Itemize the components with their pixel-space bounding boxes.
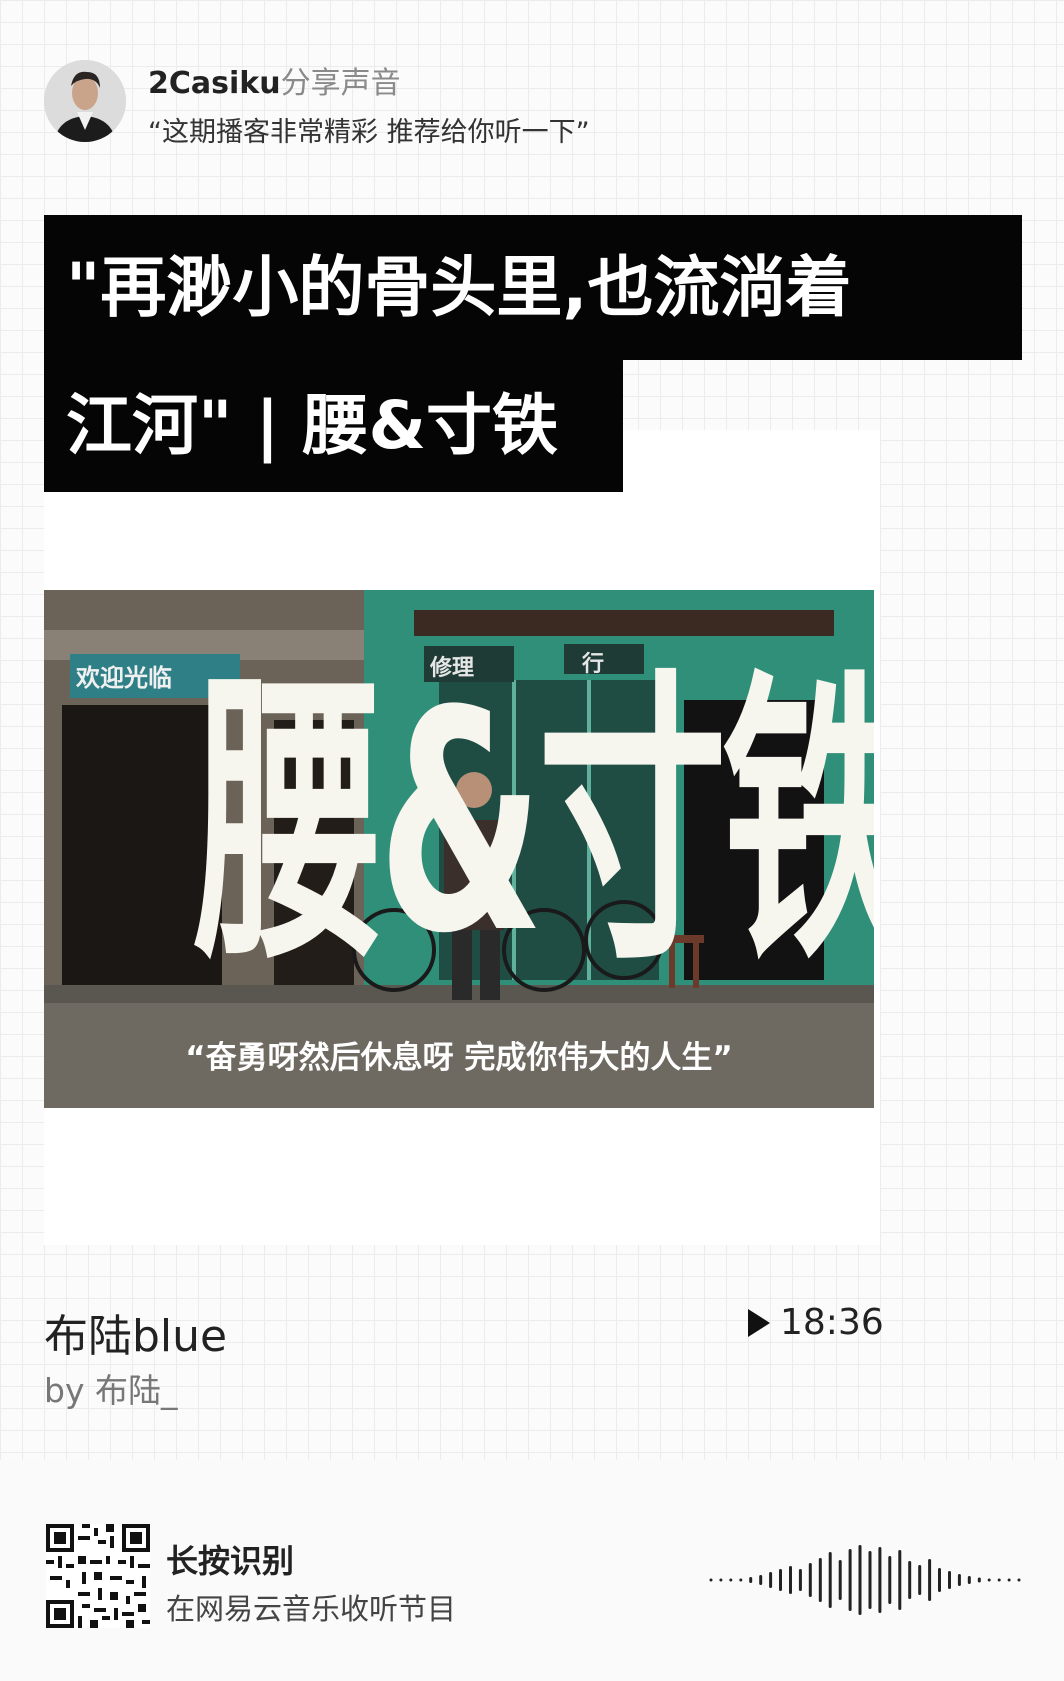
cover-caption: “奋勇呀然后休息呀 完成你伟大的人生” — [185, 1040, 733, 1076]
avatar[interactable] — [44, 60, 126, 142]
scan-subtitle: 在网易云音乐收听节目 — [166, 1592, 457, 1626]
share-quote: “这期播客非常精彩 推荐给你听一下” — [148, 117, 590, 148]
episode-title-line-1: "再渺小的骨头里,也流淌着 — [44, 215, 1022, 360]
play-button[interactable]: 18:36 — [748, 1302, 884, 1343]
avatar-portrait-icon — [44, 60, 126, 142]
qr-code[interactable] — [46, 1524, 150, 1628]
username[interactable]: 2Casiku — [148, 66, 281, 101]
cover-headline: 腰&寸铁 — [194, 646, 874, 1000]
share-label: 分享声音 — [280, 66, 401, 101]
cover-sign-welcome: 欢迎光临 — [76, 664, 172, 692]
episode-title-text-2: 江河" | 腰&寸铁 — [66, 387, 559, 464]
scan-label: 长按识别 — [166, 1542, 295, 1580]
episode-title-line-2: 江河" | 腰&寸铁 — [44, 360, 623, 492]
sound-wave-icon — [706, 1540, 1024, 1620]
track-duration: 18:36 — [780, 1302, 884, 1343]
episode-cover-image[interactable]: 欢迎光临 修理 行 腰&寸铁 “奋勇呀然后休息呀 完成你伟大的人生” — [44, 590, 874, 1108]
play-icon[interactable] — [748, 1308, 770, 1337]
share-line: 2Casiku分享声音 — [148, 58, 401, 102]
track-title: 布陆blue — [44, 1311, 228, 1362]
qr-code-icon — [46, 1524, 150, 1628]
episode-title-text-1: "再渺小的骨头里,也流淌着 — [66, 248, 852, 326]
track-author: by 布陆_ — [44, 1371, 178, 1410]
